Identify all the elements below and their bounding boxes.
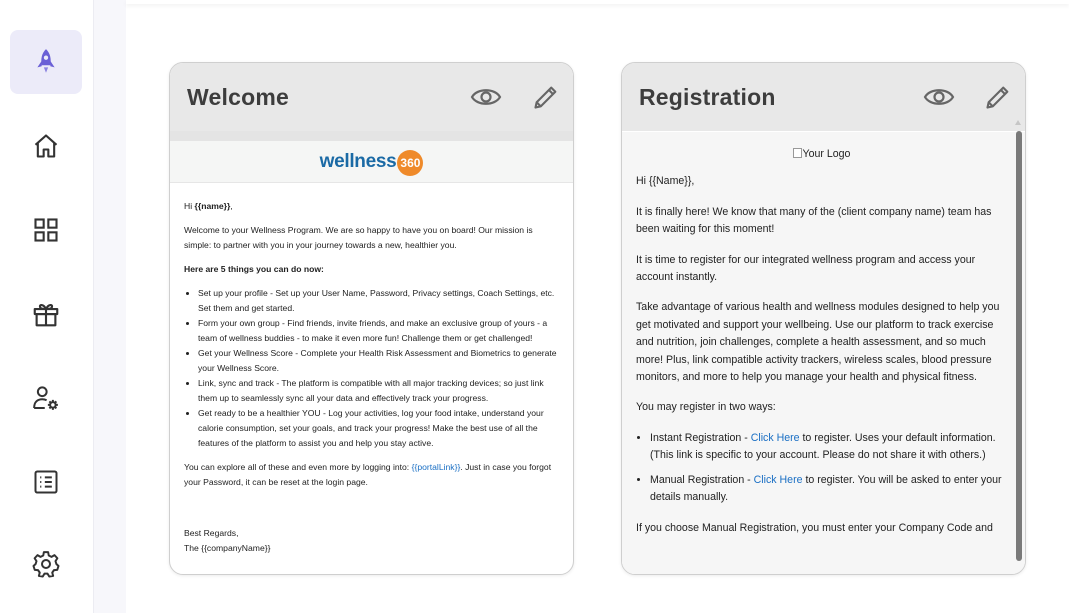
welcome-signature: Best Regards, The {{companyName}} [184, 528, 271, 553]
broken-image-icon [792, 148, 802, 158]
sidebar [0, 0, 93, 613]
instant-registration-link[interactable]: Click Here [751, 432, 800, 444]
list-item: Get ready to be a healthier YOU - Log yo… [198, 406, 560, 451]
welcome-card-header: Welcome [170, 63, 573, 131]
registration-paragraph: It is finally here! We know that many of… [636, 205, 992, 236]
registration-edit-button[interactable] [981, 82, 1015, 112]
nav-item-rocket[interactable] [10, 30, 82, 94]
dashboard-grid-icon [34, 218, 58, 242]
list-item: Instant Registration - Click Here to reg… [650, 430, 1007, 465]
registration-paragraph: You may register in two ways: [636, 401, 776, 414]
registration-options-list: Instant Registration - Click Here to reg… [650, 430, 1007, 507]
email-preview-strip [170, 131, 573, 141]
home-icon [34, 134, 58, 158]
registration-card-title: Registration [639, 83, 776, 110]
nav-item-list[interactable] [10, 450, 82, 514]
welcome-card-title: Welcome [187, 83, 289, 110]
nav-item-home[interactable] [10, 114, 82, 178]
gift-icon [33, 304, 59, 327]
welcome-edit-button[interactable] [529, 82, 563, 112]
nav-item-dashboard[interactable] [10, 198, 82, 262]
wellness360-logo: wellness 360 [170, 141, 573, 183]
list-item: Manual Registration - Click Here to regi… [650, 472, 1007, 507]
registration-email-body: Your Logo Hi {{Name}}, It is finally her… [622, 132, 1025, 574]
welcome-intro: Welcome to your Wellness Program. We are… [184, 225, 533, 250]
welcome-greeting: Hi {{name}}, [184, 201, 233, 211]
welcome-email-body: Hi {{name}}, Welcome to your Wellness Pr… [170, 183, 573, 556]
registration-preview-button[interactable] [922, 82, 956, 112]
nav-item-settings[interactable] [10, 532, 82, 596]
list-icon [34, 470, 58, 494]
welcome-explore-text: You can explore all of these and even mo… [184, 462, 552, 487]
portal-link[interactable]: {{portalLink}} [412, 462, 461, 472]
welcome-list-heading: Here are 5 things you can do now: [184, 264, 324, 274]
list-item: Form your own group - Find friends, invi… [198, 316, 560, 346]
scrollbar-thumb[interactable] [1016, 131, 1022, 561]
user-settings-icon [33, 386, 58, 410]
gear-icon [32, 551, 60, 578]
your-logo-image: Your Logo [636, 146, 1007, 163]
sidebar-divider [93, 0, 126, 613]
list-item: Get your Wellness Score - Complete your … [198, 346, 560, 376]
registration-greeting: Hi {{Name}}, [636, 175, 695, 188]
nav-item-user-settings[interactable] [10, 366, 82, 430]
pencil-icon [534, 86, 557, 109]
eye-icon [923, 89, 955, 105]
registration-template-card: Registration Your Logo Hi {{Name}}, It i… [621, 62, 1026, 575]
welcome-template-card: Welcome wellness 360 Hi {{name}}, Welcome… [169, 62, 574, 575]
registration-paragraph: It is time to register for our integrate… [636, 253, 976, 284]
registration-paragraph: Take advantage of various health and wel… [636, 301, 1000, 384]
list-item: Set up your profile - Set up your User N… [198, 286, 560, 316]
welcome-preview-button[interactable] [469, 82, 503, 112]
pencil-icon [986, 86, 1009, 109]
scroll-up-arrow[interactable] [1015, 120, 1021, 125]
registration-card-header: Registration [622, 63, 1025, 131]
top-bar [126, 0, 1069, 4]
list-item: Link, sync and track - The platform is c… [198, 376, 560, 406]
eye-icon [470, 89, 502, 105]
rocket-icon [37, 49, 55, 73]
manual-registration-link[interactable]: Click Here [754, 474, 803, 486]
registration-paragraph: If you choose Manual Registration, you m… [636, 521, 993, 534]
welcome-list: Set up your profile - Set up your User N… [198, 286, 560, 451]
nav-item-rewards[interactable] [10, 282, 82, 346]
